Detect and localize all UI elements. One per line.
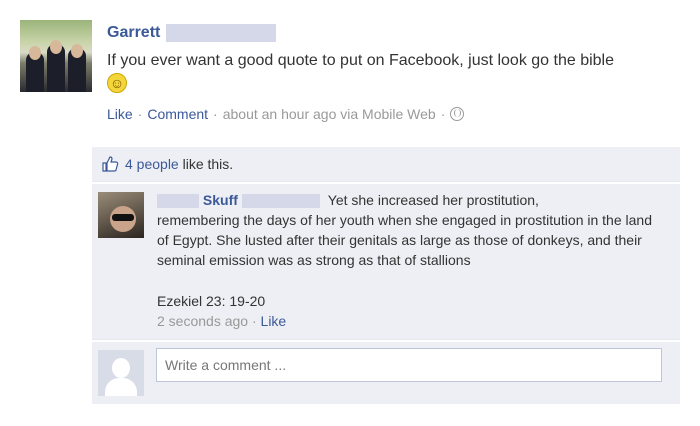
commenter-avatar[interactable] — [98, 192, 144, 238]
post-author-avatar[interactable] — [20, 20, 92, 92]
comment-meta: 2 seconds ago · Like — [157, 311, 667, 331]
separator: · — [440, 106, 446, 122]
post-text: If you ever want a good quote to put on … — [107, 50, 682, 94]
post-timestamp[interactable]: about an hour ago via Mobile Web — [223, 106, 436, 122]
comment-like-link[interactable]: Like — [261, 313, 287, 329]
smiley-emoji-icon: ☺ — [107, 72, 127, 93]
likers-link[interactable]: 4 people — [125, 156, 179, 172]
comment-composer — [92, 342, 680, 404]
thumbs-up-icon — [102, 156, 119, 172]
comment-content: Skuff Yet she increased her prostitution… — [157, 190, 667, 331]
separator: · — [213, 106, 218, 122]
redacted-surname — [241, 194, 320, 209]
separator: · — [251, 313, 257, 329]
globe-privacy-icon[interactable] — [450, 107, 465, 121]
likes-summary: 4 people like this. — [92, 147, 680, 182]
post-meta: Like · Comment · about an hour ago via M… — [107, 106, 682, 122]
comment-lead: Yet she increased her prostitution, — [327, 192, 539, 208]
redacted-first-name — [157, 194, 199, 209]
post-body: Garrett If you ever want a good quote to… — [107, 22, 682, 122]
post-author-row: Garrett — [107, 22, 682, 44]
separator: · — [137, 106, 143, 122]
comment-text: remembering the days of her youth when s… — [157, 212, 652, 268]
default-user-avatar — [98, 350, 144, 396]
comment-input[interactable] — [156, 348, 662, 382]
scripture-reference: Ezekiel 23: 19-20 — [157, 293, 266, 309]
comment-link[interactable]: Comment — [147, 106, 208, 122]
comment-timestamp[interactable]: 2 seconds ago — [157, 313, 248, 329]
redacted-surname — [166, 24, 277, 42]
likes-suffix: like this. — [182, 156, 234, 172]
feedback-section: 4 people like this. Skuff Yet she increa… — [92, 147, 680, 404]
post-author-name[interactable]: Garrett — [107, 24, 160, 42]
commenter-name[interactable]: Skuff — [203, 192, 238, 208]
like-link[interactable]: Like — [107, 106, 133, 122]
comment-item: Skuff Yet she increased her prostitution… — [92, 184, 680, 340]
post-message: If you ever want a good quote to put on … — [107, 52, 615, 69]
